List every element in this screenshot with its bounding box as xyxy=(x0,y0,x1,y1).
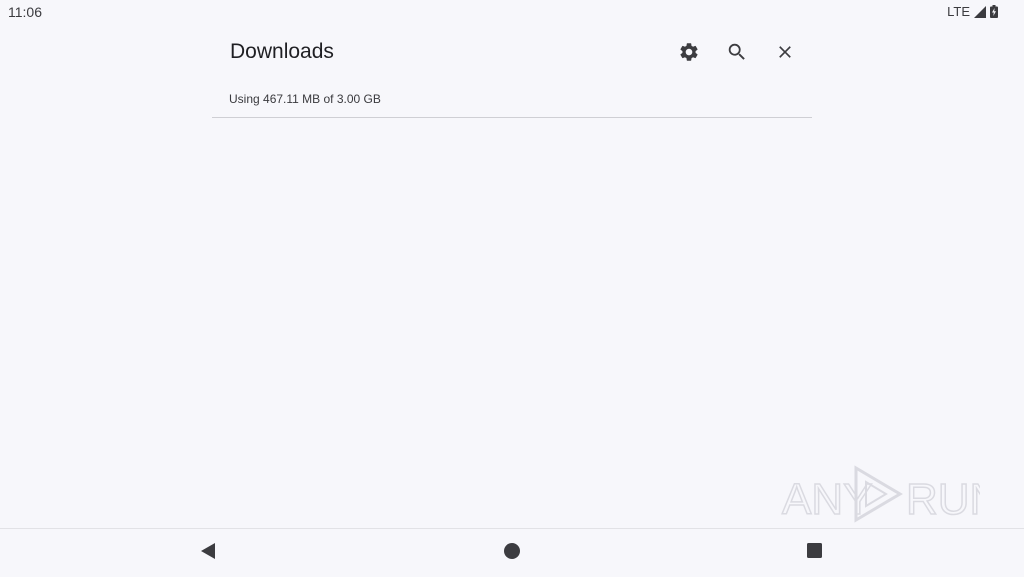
search-button[interactable] xyxy=(723,38,751,66)
back-button[interactable] xyxy=(196,541,220,565)
home-button[interactable] xyxy=(500,541,524,565)
anyrun-watermark: ANY RUN xyxy=(780,462,1002,526)
signal-icon xyxy=(974,5,986,18)
search-icon xyxy=(726,41,748,63)
recents-square-icon xyxy=(806,543,822,563)
home-circle-icon xyxy=(503,542,521,565)
storage-usage-text: Using 467.11 MB of 3.00 GB xyxy=(229,92,381,106)
watermark-text-right: RUN xyxy=(906,475,980,524)
recents-button[interactable] xyxy=(802,541,826,565)
settings-gear-icon xyxy=(678,41,700,63)
status-bar: 11:06 LTE xyxy=(0,0,1024,24)
close-button[interactable] xyxy=(771,38,799,66)
navigation-bar xyxy=(0,528,1024,577)
network-type-label: LTE xyxy=(947,4,970,19)
downloads-header: Downloads xyxy=(212,28,812,76)
close-icon xyxy=(775,42,795,62)
battery-charging-icon xyxy=(990,5,998,18)
page-title: Downloads xyxy=(230,40,334,63)
status-indicators: LTE xyxy=(947,4,998,19)
back-triangle-icon xyxy=(200,542,216,564)
settings-button[interactable] xyxy=(675,38,703,66)
status-time: 11:06 xyxy=(8,4,42,20)
header-divider xyxy=(212,117,812,118)
